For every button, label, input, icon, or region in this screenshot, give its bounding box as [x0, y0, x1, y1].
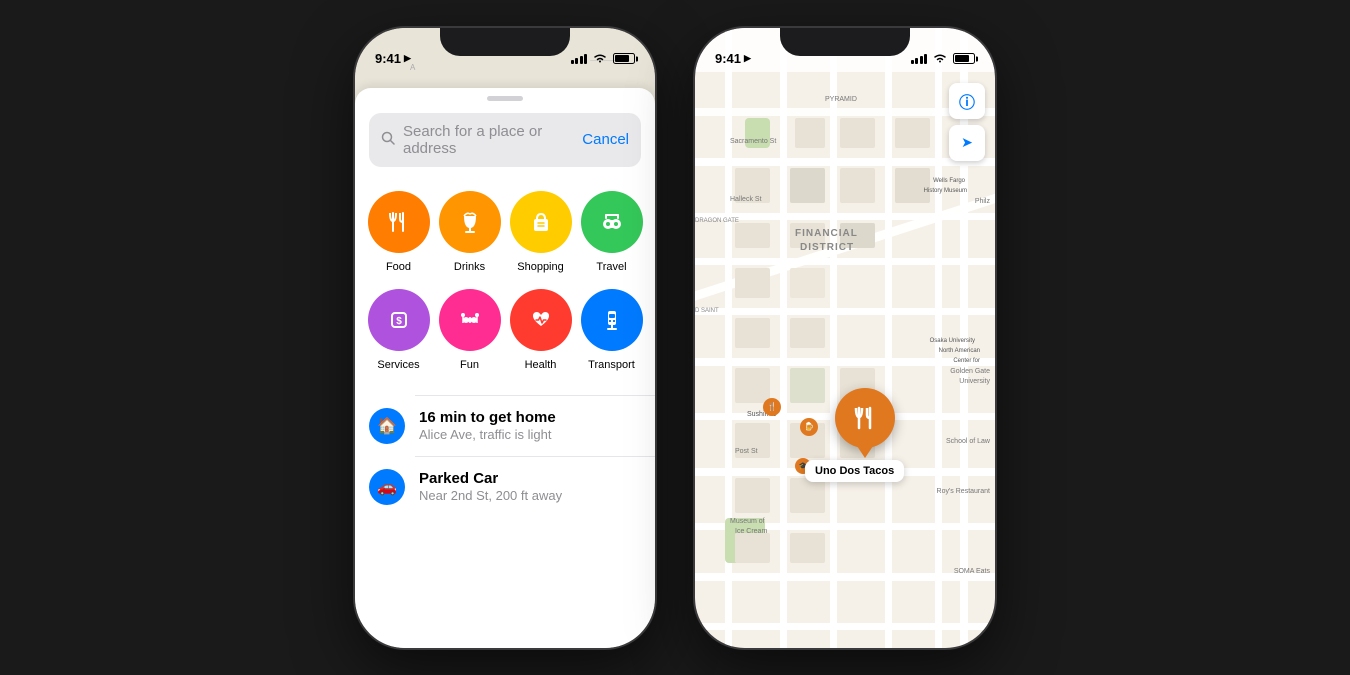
soma-label: SOMA Eats	[954, 568, 990, 575]
signal-icon-right	[911, 54, 928, 64]
cancel-button[interactable]: Cancel	[574, 131, 629, 148]
saint-marys-label: D SAINT	[695, 308, 719, 314]
transport-label: Transport	[588, 359, 635, 371]
osaka-label: Osaka University	[930, 338, 975, 344]
time-display-left: 9:41 ▶	[375, 51, 411, 66]
status-icons-left	[571, 52, 636, 66]
transport-icon-circle	[581, 289, 643, 351]
suggestion-home-text: 16 min to get home Alice Ave, traffic is…	[419, 409, 641, 442]
drinks-label: Drinks	[454, 261, 485, 273]
hops-dot: 🍺	[800, 418, 818, 436]
svg-text:$: $	[396, 316, 402, 327]
category-drinks[interactable]: Drinks	[434, 183, 505, 281]
philz-label: Philz	[975, 198, 990, 205]
north-american-label: North American	[939, 348, 980, 354]
services-icon-circle: $	[368, 289, 430, 351]
time-display-right: 9:41 ▶	[715, 51, 751, 66]
car-icon: 🚗	[369, 469, 405, 505]
category-travel[interactable]: Travel	[576, 183, 647, 281]
location-button[interactable]: ➤	[949, 125, 985, 161]
museum-label: Museum of	[730, 518, 765, 525]
pyramid-label: PYRAMID	[825, 96, 857, 103]
suggestion-home[interactable]: 🏠 16 min to get home Alice Ave, traffic …	[355, 396, 655, 456]
notch-left	[440, 28, 570, 56]
search-bar[interactable]: Search for a place or address Cancel	[369, 113, 641, 167]
battery-icon-right	[953, 53, 975, 64]
halleck-label: Halleck St	[730, 196, 762, 203]
university-label: University	[959, 378, 990, 385]
travel-label: Travel	[596, 261, 626, 273]
screen-right: PYRAMID Sacramento St Halleck St FINANCI…	[695, 28, 995, 648]
district-label: DISTRICT	[800, 242, 854, 253]
location-arrow-left: ▶	[404, 53, 411, 64]
category-services[interactable]: $ Services	[363, 281, 434, 379]
shopping-label: Shopping	[517, 261, 564, 273]
suggestion-parked-car[interactable]: 🚗 Parked Car Near 2nd St, 200 ft away	[355, 457, 655, 517]
suggestion-car-subtitle: Near 2nd St, 200 ft away	[419, 488, 641, 503]
wifi-icon-left	[593, 52, 607, 66]
golden-gate-label: Golden Gate	[950, 368, 990, 375]
suggestion-car-text: Parked Car Near 2nd St, 200 ft away	[419, 470, 641, 503]
wells-fargo-label: Wells Fargo	[933, 178, 965, 184]
food-icon-circle	[368, 191, 430, 253]
post-st-label: Post St	[735, 448, 758, 455]
fun-label: Fun	[460, 359, 479, 371]
category-food[interactable]: Food	[363, 183, 434, 281]
pin-tail	[857, 446, 873, 458]
services-label: Services	[377, 359, 419, 371]
home-icon: 🏠	[369, 408, 405, 444]
sheet-handle	[487, 96, 523, 101]
left-phone: Y A ───── 9:41 ▶	[355, 28, 655, 648]
search-placeholder: Search for a place or address	[403, 123, 566, 157]
school-label: School of Law	[946, 438, 990, 445]
history-museum-label: History Museum	[924, 188, 967, 194]
travel-icon-circle	[581, 191, 643, 253]
sacramento-label: Sacramento St	[730, 138, 776, 145]
financial-district-label: FINANCIAL	[795, 228, 858, 239]
roys-label: Roy's Restaurant	[937, 488, 990, 495]
wifi-icon-right	[933, 52, 947, 66]
map-controls: ⓘ ➤	[949, 83, 985, 161]
shopping-icon-circle	[510, 191, 572, 253]
status-icons-right	[911, 52, 976, 66]
dragon-gate-label: DRAGON GATE	[695, 218, 739, 224]
drinks-icon-circle	[439, 191, 501, 253]
screen-left: Y A ───── 9:41 ▶	[355, 28, 655, 648]
restaurant-pin[interactable]	[835, 388, 895, 468]
right-phone: PYRAMID Sacramento St Halleck St FINANCI…	[695, 28, 995, 648]
battery-icon-left	[613, 53, 635, 64]
category-transport[interactable]: Transport	[576, 281, 647, 379]
suggestion-home-title: 16 min to get home	[419, 409, 641, 426]
suggestion-home-subtitle: Alice Ave, traffic is light	[419, 427, 641, 442]
pin-circle	[835, 388, 895, 448]
health-icon-circle	[510, 289, 572, 351]
signal-icon-left	[571, 54, 588, 64]
center-label: Center for	[953, 358, 980, 364]
search-icon	[381, 131, 395, 148]
category-shopping[interactable]: Shopping	[505, 183, 576, 281]
ice-cream-label: Ice Cream	[735, 528, 767, 535]
health-label: Health	[525, 359, 557, 371]
map-dot-1: 🍴	[763, 398, 781, 416]
food-label: Food	[386, 261, 411, 273]
suggestion-car-title: Parked Car	[419, 470, 641, 487]
info-button[interactable]: ⓘ	[949, 83, 985, 119]
place-label[interactable]: Uno Dos Tacos	[805, 460, 904, 482]
category-fun[interactable]: Fun	[434, 281, 505, 379]
category-grid: Food Drinks	[355, 183, 655, 395]
notch-right	[780, 28, 910, 56]
category-health[interactable]: Health	[505, 281, 576, 379]
fun-icon-circle	[439, 289, 501, 351]
location-arrow-right: ▶	[744, 53, 751, 64]
bottom-sheet: Search for a place or address Cancel	[355, 88, 655, 648]
